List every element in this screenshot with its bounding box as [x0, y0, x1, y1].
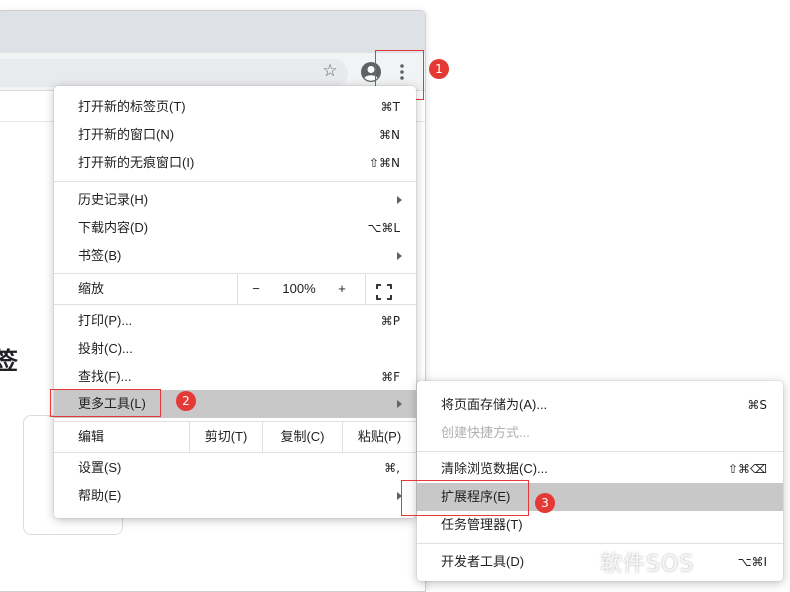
menu-item-shortcut: ⌥⌘L	[367, 221, 400, 235]
menu-separator	[54, 452, 416, 453]
menu-item-label: 打开新的窗口(N)	[78, 127, 175, 142]
menu-item-cast[interactable]: 投射(C)...	[54, 335, 416, 363]
zoom-in-button[interactable]: +	[324, 274, 360, 304]
menu-item-shortcut: ⌘P	[380, 314, 400, 328]
menu-item-shortcut: ⌥⌘I	[737, 555, 767, 569]
submenu-item-save-page[interactable]: 将页面存储为(A)... ⌘S	[417, 391, 783, 419]
chevron-right-icon	[397, 252, 402, 260]
menu-item-new-window[interactable]: 打开新的窗口(N) ⌘N	[54, 121, 416, 149]
menu-item-label: 下载内容(D)	[78, 220, 149, 235]
menu-item-label: 清除浏览数据(C)...	[441, 461, 548, 476]
annotation-box-3	[401, 480, 529, 516]
menu-item-label: 打开新的标签页(T)	[78, 99, 186, 114]
menu-item-settings[interactable]: 设置(S) ⌘,	[54, 454, 416, 482]
submenu-item-create-shortcut: 创建快捷方式...	[417, 419, 783, 447]
menu-item-label: 查找(F)...	[78, 369, 132, 384]
menu-item-shortcut: ⌘,	[384, 461, 400, 475]
menu-separator	[417, 543, 783, 544]
menu-item-label: 开发者工具(D)	[441, 554, 525, 569]
zoom-controls: − 100% +	[237, 274, 366, 304]
menu-item-label: 历史记录(H)	[78, 192, 149, 207]
menu-item-history[interactable]: 历史记录(H)	[54, 186, 416, 214]
menu-item-shortcut: ⌘T	[380, 100, 400, 114]
copy-button[interactable]: 复制(C)	[262, 422, 342, 452]
menu-item-print[interactable]: 打印(P)... ⌘P	[54, 307, 416, 335]
menu-item-shortcut: ⌘N	[379, 128, 400, 142]
menu-item-label: 书签(B)	[78, 248, 122, 263]
annotation-badge-2: 2	[176, 391, 196, 411]
menu-item-label: 打开新的无痕窗口(I)	[78, 155, 195, 170]
zoom-level: 100%	[282, 281, 316, 296]
menu-item-shortcut: ⌘F	[381, 370, 400, 384]
menu-separator	[54, 304, 416, 305]
tab-strip	[0, 11, 425, 53]
chevron-right-icon	[397, 400, 402, 408]
menu-item-label: 创建快捷方式...	[441, 425, 530, 440]
zoom-label: 缩放	[78, 281, 105, 296]
menu-separator	[417, 451, 783, 452]
menu-item-downloads[interactable]: 下载内容(D) ⌥⌘L	[54, 214, 416, 242]
menu-item-help[interactable]: 帮助(E)	[54, 482, 416, 510]
menu-item-new-tab[interactable]: 打开新的标签页(T) ⌘T	[54, 93, 416, 121]
menu-item-bookmarks[interactable]: 书签(B)	[54, 242, 416, 270]
edit-label: 编辑	[78, 429, 105, 444]
star-icon[interactable]: ☆	[320, 61, 340, 81]
annotation-box-2	[50, 389, 161, 417]
menu-item-zoom: 缩放 − 100% +	[54, 274, 416, 304]
zoom-out-button[interactable]: −	[238, 274, 274, 304]
fullscreen-icon[interactable]	[376, 281, 392, 300]
chrome-main-menu: 打开新的标签页(T) ⌘T 打开新的窗口(N) ⌘N 打开新的无痕窗口(I) ⇧…	[54, 86, 416, 518]
cut-button[interactable]: 剪切(T)	[189, 422, 262, 452]
page-heading-partial: 签	[0, 348, 18, 375]
menu-item-shortcut: ⌘S	[747, 398, 767, 412]
menu-item-label: 打印(P)...	[78, 313, 133, 328]
chevron-right-icon	[397, 196, 402, 204]
menu-item-label: 设置(S)	[78, 460, 122, 475]
watermark: 软件SOS	[600, 552, 695, 577]
submenu-item-clear-data[interactable]: 清除浏览数据(C)... ⇧⌘⌫	[417, 455, 783, 483]
menu-item-shortcut: ⇧⌘⌫	[727, 462, 767, 476]
menu-item-shortcut: ⇧⌘N	[368, 156, 400, 170]
menu-item-find[interactable]: 查找(F)... ⌘F	[54, 363, 416, 391]
address-bar[interactable]	[0, 59, 348, 87]
annotation-badge-3: 3	[535, 493, 555, 513]
menu-item-edit: 编辑 剪切(T) 复制(C) 粘贴(P)	[54, 422, 416, 452]
menu-item-label: 投射(C)...	[78, 341, 133, 356]
menu-separator	[54, 181, 416, 182]
menu-item-new-incognito[interactable]: 打开新的无痕窗口(I) ⇧⌘N	[54, 149, 416, 177]
paste-button[interactable]: 粘贴(P)	[342, 422, 416, 452]
menu-item-label: 帮助(E)	[78, 488, 122, 503]
menu-item-label: 将页面存储为(A)...	[441, 397, 548, 412]
annotation-badge-1: 1	[429, 59, 449, 79]
